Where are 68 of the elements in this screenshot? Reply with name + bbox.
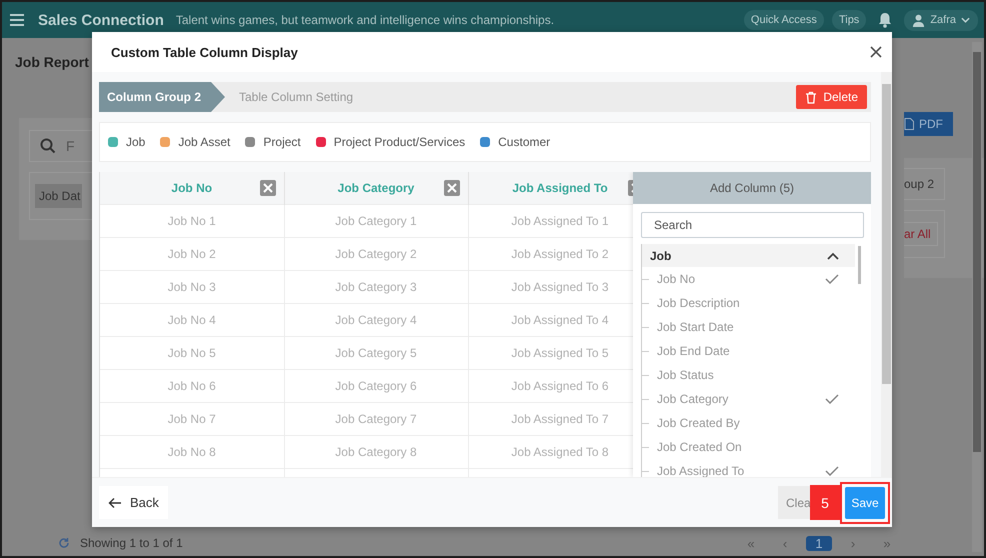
search-icon	[40, 138, 56, 154]
checkmark-icon	[825, 394, 839, 404]
panel-title: Add Column (5)	[633, 172, 871, 204]
column-header: Job No	[100, 172, 284, 204]
refresh-icon[interactable]	[58, 537, 70, 549]
table-cell: Job Category 2	[284, 237, 468, 270]
showing-text: Showing 1 to 1 of 1	[80, 536, 183, 550]
page-link[interactable]: 1	[806, 536, 832, 550]
page-title: Job Report	[15, 54, 90, 70]
arrow-left-icon	[108, 496, 122, 508]
table-cell: Job Category 7	[284, 402, 468, 435]
delete-button[interactable]: Delete	[796, 85, 867, 109]
checkmark-icon	[825, 466, 839, 476]
breadcrumb-step[interactable]: Column Group 2	[99, 82, 225, 112]
tagline: Talent wins games, but teamwork and intelligence wins championships.	[176, 13, 554, 27]
quick-access-button[interactable]: Quick Access	[744, 10, 824, 30]
table-cell: Job Category 6	[284, 369, 468, 402]
back-button[interactable]: Back	[99, 486, 168, 519]
table-cell: Job Category 1	[284, 204, 468, 237]
legend-label: Project Product/Services	[334, 135, 466, 149]
scrollbar[interactable]	[881, 72, 892, 477]
dialog-title: Custom Table Column Display	[111, 44, 299, 60]
trash-icon	[805, 90, 818, 104]
legend-label: Customer	[498, 135, 550, 149]
table-cell: Job No 7	[100, 402, 284, 435]
column-header: Job Category	[284, 172, 468, 204]
clear-all-button[interactable]: ar All	[904, 222, 938, 246]
legend-label: Job	[126, 135, 146, 149]
tips-button[interactable]: Tips	[832, 10, 866, 30]
page-link[interactable]: ‹	[768, 536, 802, 550]
legend-label: Job Asset	[178, 135, 230, 149]
table-cell: Job Category 4	[284, 303, 468, 336]
app-title: Sales Connection	[38, 12, 164, 28]
bell-icon[interactable]	[878, 12, 892, 28]
group-button[interactable]: oup 2	[904, 168, 946, 200]
remove-column-icon[interactable]	[444, 180, 460, 196]
table-cell: Job No 2	[100, 237, 284, 270]
page-link[interactable]: «	[734, 536, 768, 550]
chevron-down-icon	[961, 17, 970, 23]
table-cell: Job No 3	[100, 270, 284, 303]
filter-chip[interactable]: Job Dat	[35, 184, 82, 208]
user-menu-button[interactable]: Zafra	[904, 10, 978, 30]
table-cell: Job No 8	[100, 435, 284, 468]
close-icon[interactable]	[870, 46, 882, 58]
scrollbar[interactable]	[972, 42, 982, 552]
table-cell: Job No 5	[100, 336, 284, 369]
table-cell: Job No 4	[100, 303, 284, 336]
pdf-button[interactable]: PDF	[904, 112, 953, 136]
search-field[interactable]: Search	[641, 212, 864, 238]
user-icon	[912, 14, 926, 26]
remove-column-icon[interactable]	[260, 180, 276, 196]
clear-button[interactable]: Clea	[778, 486, 810, 519]
save-button[interactable]: Save	[845, 486, 885, 518]
table-cell: Job Category 5	[284, 336, 468, 369]
group-header[interactable]: Job	[642, 244, 855, 267]
document-icon	[904, 118, 914, 130]
breadcrumb-step[interactable]: Table Column Setting	[225, 82, 368, 112]
checkmark-icon	[825, 274, 839, 284]
caret-icon	[827, 252, 839, 260]
table-cell: Job Category 3	[284, 270, 468, 303]
table-cell: Job No 6	[100, 369, 284, 402]
page-link[interactable]: ›	[836, 536, 870, 550]
table-cell: Job No 1	[100, 204, 284, 237]
page-link[interactable]: »	[870, 536, 904, 550]
table-cell: Job Category 8	[284, 435, 468, 468]
menu-icon[interactable]	[10, 14, 24, 26]
step-badge: 5	[810, 485, 840, 520]
legend-label: Project	[263, 135, 301, 149]
